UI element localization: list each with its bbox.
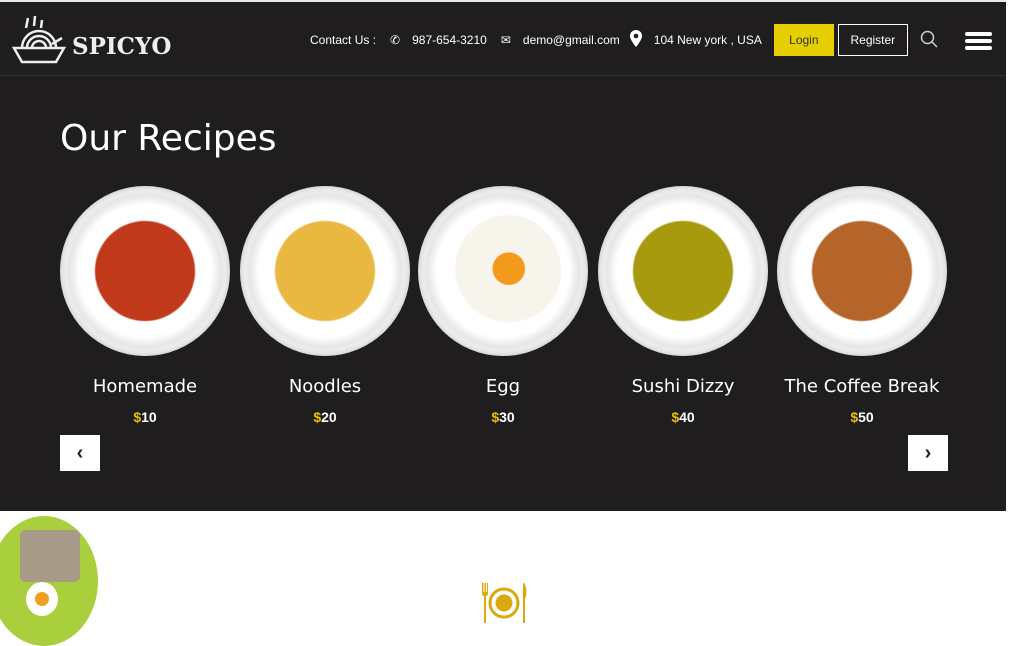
price-value: 50 [858, 409, 874, 425]
recipe-item[interactable]: Noodles $20 [240, 186, 410, 425]
search-icon[interactable] [920, 30, 938, 51]
recipe-name[interactable]: The Coffee Break [777, 376, 947, 397]
contact-bar: Contact Us : ✆ 987-654-3210 ✉ demo@gmail… [310, 24, 938, 56]
next-arrow-button[interactable]: › [908, 435, 948, 471]
currency-symbol: $ [671, 409, 680, 425]
price-value: 40 [679, 409, 695, 425]
header: SPICYO Contact Us : ✆ 987-654-3210 ✉ dem… [0, 0, 1006, 76]
prev-arrow-button[interactable]: ‹ [60, 435, 100, 471]
currency-symbol: $ [133, 409, 142, 425]
recipe-price: $30 [418, 409, 588, 425]
recipe-price: $40 [598, 409, 768, 425]
address: 104 New york , USA [653, 33, 762, 47]
brand-name: SPICYO [72, 32, 172, 60]
recipe-plate-image[interactable] [60, 186, 230, 356]
recipe-plate-image[interactable] [418, 186, 588, 356]
noodle-bowl-icon [12, 15, 66, 64]
currency-symbol: $ [313, 409, 322, 425]
egg-image [26, 582, 58, 616]
currency-symbol: $ [491, 409, 500, 425]
food-image [625, 213, 741, 329]
price-value: 10 [141, 409, 157, 425]
bread-image [20, 530, 80, 582]
section-title: Our Recipes [60, 118, 277, 159]
price-value: 30 [499, 409, 515, 425]
recipe-price: $50 [777, 409, 947, 425]
phone-number[interactable]: 987-654-3210 [412, 33, 487, 47]
mail-icon: ✉ [500, 33, 511, 47]
phone-icon: ✆ [390, 33, 401, 47]
recipe-name[interactable]: Noodles [240, 376, 410, 397]
location-pin-icon [629, 30, 642, 50]
recipe-item[interactable]: Egg $30 [418, 186, 588, 425]
recipes-section: Our Recipes Homemade $10 Noodles $20 Egg… [0, 76, 1006, 511]
recipe-price: $10 [60, 409, 230, 425]
food-image [267, 213, 383, 329]
logo[interactable]: SPICYO [12, 14, 171, 66]
food-image [804, 213, 920, 329]
recipe-plate-image[interactable] [240, 186, 410, 356]
register-button[interactable]: Register [837, 24, 908, 56]
hamburger-menu-icon[interactable] [965, 32, 992, 53]
currency-symbol: $ [850, 409, 859, 425]
recipe-item[interactable]: The Coffee Break $50 [777, 186, 947, 425]
recipe-name[interactable]: Sushi Dizzy [598, 376, 768, 397]
recipe-item[interactable]: Sushi Dizzy $40 [598, 186, 768, 425]
contact-label: Contact Us : [310, 33, 377, 47]
login-button[interactable]: Login [773, 24, 834, 56]
price-value: 20 [321, 409, 337, 425]
recipe-item[interactable]: Homemade $10 [60, 186, 230, 425]
food-image [445, 213, 561, 329]
email-link[interactable]: demo@gmail.com [523, 33, 620, 47]
food-image [87, 213, 203, 329]
recipe-name[interactable]: Homemade [60, 376, 230, 397]
recipe-plate-image[interactable] [777, 186, 947, 356]
recipe-price: $20 [240, 409, 410, 425]
dining-icon [480, 583, 528, 628]
recipe-name[interactable]: Egg [418, 376, 588, 397]
recipe-plate-image[interactable] [598, 186, 768, 356]
